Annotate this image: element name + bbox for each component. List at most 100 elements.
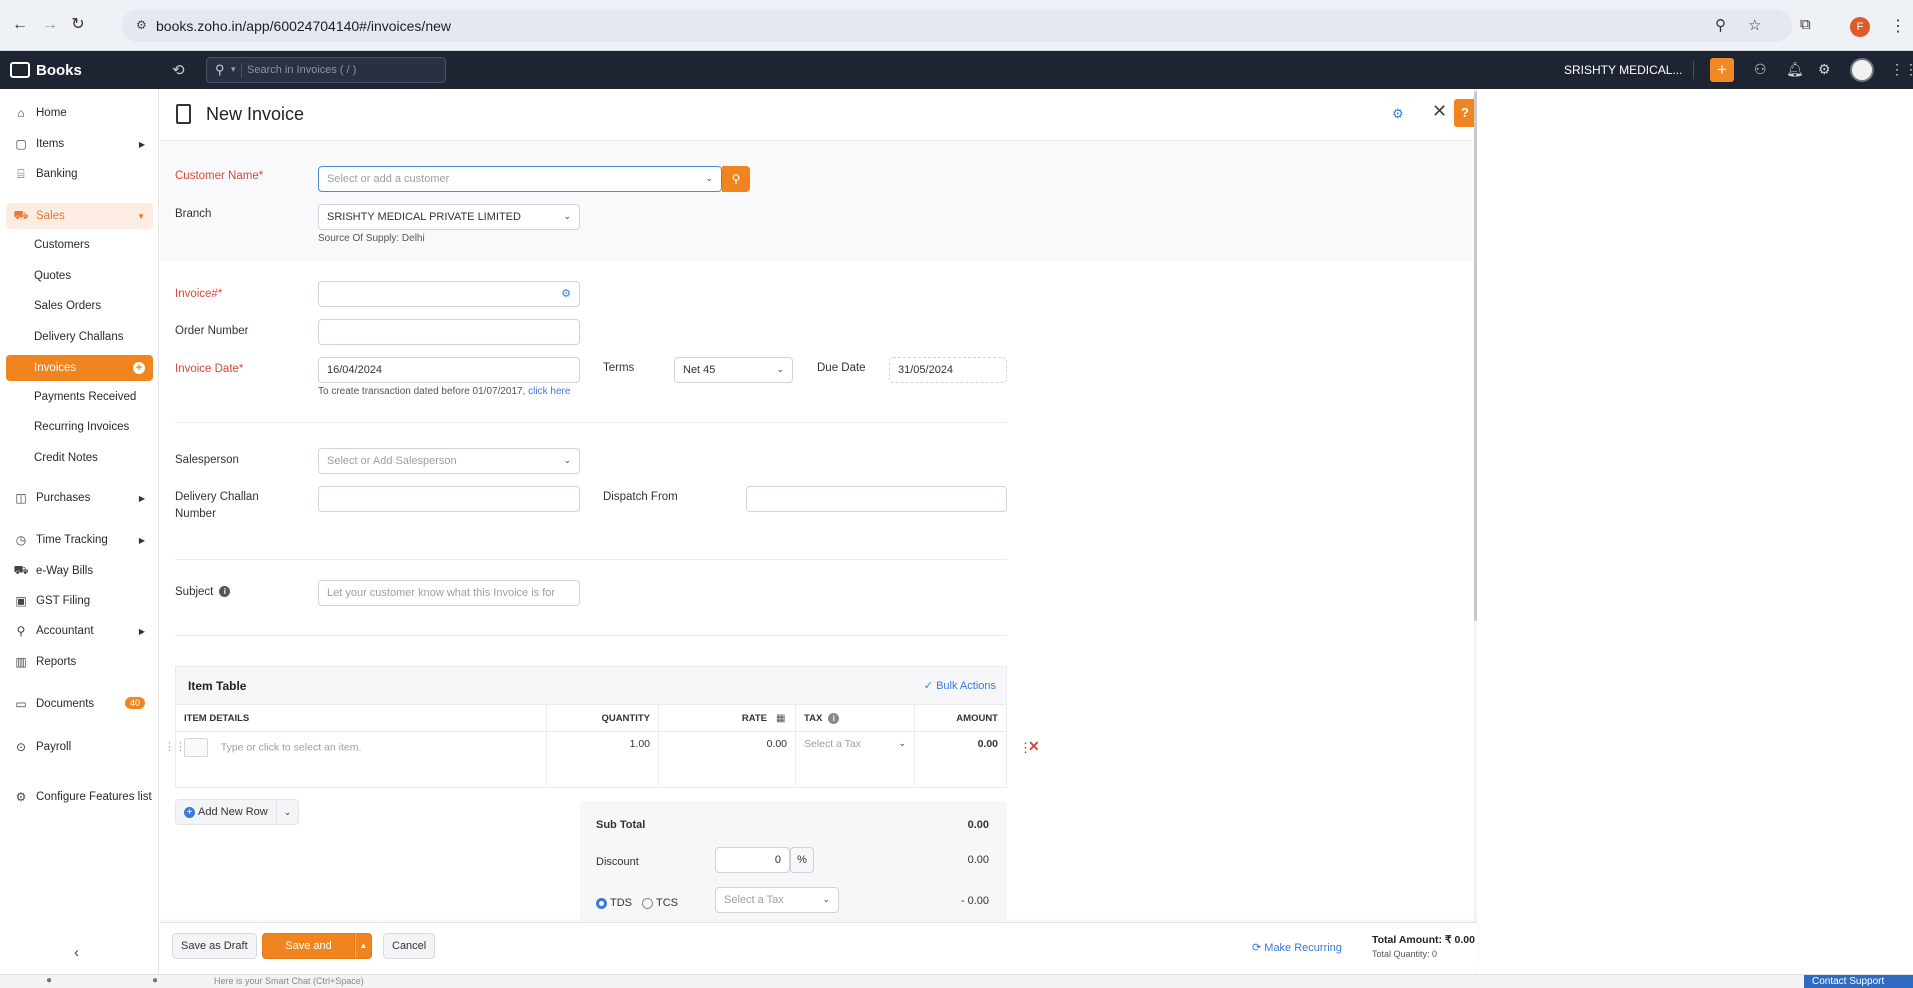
divider: [1693, 61, 1694, 79]
back-icon[interactable]: ←: [10, 15, 30, 35]
collapse-sidebar-icon[interactable]: ‹: [74, 944, 79, 961]
reload-icon[interactable]: ↻: [68, 15, 88, 35]
dispatch-from-field[interactable]: [746, 486, 1007, 512]
sidebar-item-payroll[interactable]: ⊙ Payroll: [6, 734, 153, 760]
click-here-link[interactable]: click here: [528, 386, 570, 397]
profile-avatar[interactable]: F: [1850, 17, 1870, 37]
sidebar-item-credit-notes[interactable]: Credit Notes: [34, 446, 153, 470]
sidebar-item-sales-orders[interactable]: Sales Orders: [34, 294, 153, 318]
save-as-draft-button[interactable]: Save as Draft: [172, 933, 257, 959]
close-icon[interactable]: ✕: [1432, 101, 1447, 122]
invoice-date-field[interactable]: 16/04/2024: [318, 357, 580, 383]
sidebar-item-invoices[interactable]: Invoices +: [6, 355, 153, 381]
extensions-icon[interactable]: ⧉: [1800, 16, 1811, 33]
sidebar-item-banking[interactable]: ⌸ Banking: [6, 161, 153, 187]
tds-option[interactable]: TDS: [596, 897, 632, 909]
delivery-challan-field[interactable]: [318, 486, 580, 512]
sidebar-item-reports[interactable]: ▥ Reports: [6, 649, 153, 675]
sidebar-item-gst-filing[interactable]: ▣ GST Filing: [6, 588, 153, 614]
rate-input[interactable]: 0.00: [659, 732, 796, 785]
settings-gear-icon[interactable]: ⚙: [1392, 106, 1404, 122]
customer-placeholder: Select or add a customer: [327, 173, 450, 185]
brand-logo[interactable]: Books: [10, 51, 82, 89]
branch-select[interactable]: SRISHTY MEDICAL PRIVATE LIMITED ⌄: [318, 204, 580, 230]
tax-select[interactable]: Select a Tax ⌄: [796, 732, 915, 785]
tds-tax-select[interactable]: Select a Tax ⌄: [715, 887, 839, 913]
item-details-cell[interactable]: Type or click to select an item.: [176, 732, 547, 785]
salesperson-label: Salesperson: [175, 454, 239, 466]
due-date-field[interactable]: 31/05/2024: [889, 357, 1007, 383]
sidebar-item-eway-bills[interactable]: ⛟ e-Way Bills: [6, 558, 153, 584]
bell-icon[interactable]: 🔔︎: [1786, 61, 1804, 78]
forward-icon[interactable]: →: [40, 15, 60, 35]
save-options-dropdown[interactable]: ▲: [355, 933, 372, 959]
info-icon[interactable]: i: [219, 586, 231, 598]
terms-select[interactable]: Net 45 ⌄: [674, 357, 793, 383]
discount-input[interactable]: 0: [715, 847, 790, 873]
contact-support-button[interactable]: Contact Support: [1804, 975, 1913, 988]
delete-row-icon[interactable]: ✕: [1028, 738, 1040, 755]
tcs-radio[interactable]: [642, 897, 653, 909]
cancel-button[interactable]: Cancel: [383, 933, 436, 959]
help-button[interactable]: ?: [1454, 99, 1476, 127]
sidebar-item-recurring-invoices[interactable]: Recurring Invoices: [34, 415, 153, 439]
salesperson-placeholder: Select or Add Salesperson: [327, 455, 457, 467]
bulk-actions-link[interactable]: ✓ Bulk Actions: [924, 679, 996, 692]
contacts-icon[interactable]: ●: [152, 975, 158, 986]
apps-grid-icon[interactable]: ⋮⋮: [1890, 61, 1913, 78]
sidebar-item-quotes[interactable]: Quotes: [34, 264, 153, 288]
browser-menu-icon[interactable]: ⋮: [1890, 16, 1906, 36]
rate-calculator-icon[interactable]: ▦: [776, 713, 785, 724]
sidebar-item-purchases[interactable]: ◫ Purchases ▶: [6, 485, 153, 511]
customer-search-button[interactable]: ⚲: [722, 166, 750, 192]
quantity-input[interactable]: 1.00: [547, 732, 659, 785]
user-avatar[interactable]: [1850, 58, 1874, 82]
add-invoice-icon[interactable]: +: [133, 362, 145, 374]
chat-icon[interactable]: ●: [46, 975, 52, 986]
org-switcher[interactable]: SRISHTY MEDICAL...: [1564, 63, 1682, 77]
recent-history-icon[interactable]: ⟲: [172, 61, 185, 79]
chevron-down-icon: ⌄: [705, 173, 713, 183]
books-logo-icon: [10, 62, 30, 78]
order-number-field[interactable]: [318, 319, 580, 345]
bookmark-star-icon[interactable]: ☆: [1748, 16, 1761, 34]
users-icon[interactable]: ⚇: [1754, 61, 1767, 78]
zoom-icon[interactable]: ⚲: [1715, 16, 1726, 34]
customer-select[interactable]: Select or add a customer ⌄: [318, 166, 722, 192]
tax-placeholder: Select a Tax: [804, 738, 862, 750]
invoice-number-field[interactable]: ⚙: [318, 281, 580, 307]
sidebar-item-delivery-challans[interactable]: Delivery Challans: [34, 325, 153, 349]
make-recurring-link[interactable]: ⟳ Make Recurring: [1252, 941, 1342, 954]
sidebar-item-payments-received[interactable]: Payments Received: [34, 385, 153, 409]
info-icon[interactable]: i: [828, 712, 840, 724]
drag-handle-icon[interactable]: ⋮⋮: [164, 740, 186, 753]
chevron-down-icon[interactable]: ⌄: [276, 800, 298, 824]
invoice-number-settings-icon[interactable]: ⚙: [561, 287, 571, 300]
global-search[interactable]: ⚲ ▾ Search in Invoices ( / ): [206, 57, 446, 83]
subject-textarea[interactable]: Let your customer know what this Invoice…: [318, 580, 580, 606]
smart-chat-input[interactable]: Here is your Smart Chat (Ctrl+Space): [214, 976, 364, 986]
sidebar-item-items[interactable]: ▢ Items ▶: [6, 131, 153, 157]
site-info-icon[interactable]: ⚙: [136, 18, 147, 32]
sidebar-item-accountant[interactable]: ⚲ Accountant ▶: [6, 618, 153, 644]
chevron-down-icon[interactable]: ▾: [231, 64, 236, 75]
add-new-row-button[interactable]: + Add New Row ⌄: [175, 799, 299, 825]
search-placeholder: Search in Invoices ( / ): [247, 64, 357, 76]
discount-unit-select[interactable]: %: [790, 847, 814, 873]
save-and-send-button[interactable]: Save and Send: [262, 933, 355, 976]
order-number-label: Order Number: [175, 325, 249, 337]
tcs-option[interactable]: TCS: [642, 897, 678, 909]
salesperson-select[interactable]: Select or Add Salesperson ⌄: [318, 448, 580, 474]
sidebar-item-time-tracking[interactable]: ◷ Time Tracking ▶: [6, 527, 153, 553]
sidebar-item-home[interactable]: ⌂ Home: [6, 100, 153, 126]
tds-radio[interactable]: [596, 897, 607, 909]
scrollbar-thumb[interactable]: [1474, 91, 1477, 621]
sidebar-item-documents[interactable]: ▭ Documents 40: [6, 691, 153, 717]
sidebar-item-customers[interactable]: Customers: [34, 233, 153, 257]
sidebar-item-sales[interactable]: ⛟ Sales ▼: [6, 203, 153, 229]
sidebar-item-configure-features[interactable]: ⚙ Configure Features list: [6, 784, 153, 810]
quick-create-button[interactable]: +: [1710, 58, 1734, 82]
subject-placeholder: Let your customer know what this Invoice…: [327, 587, 556, 599]
address-bar[interactable]: ⚙ books.zoho.in/app/60024704140#/invoice…: [122, 9, 1792, 42]
gear-icon[interactable]: ⚙: [1818, 61, 1831, 78]
